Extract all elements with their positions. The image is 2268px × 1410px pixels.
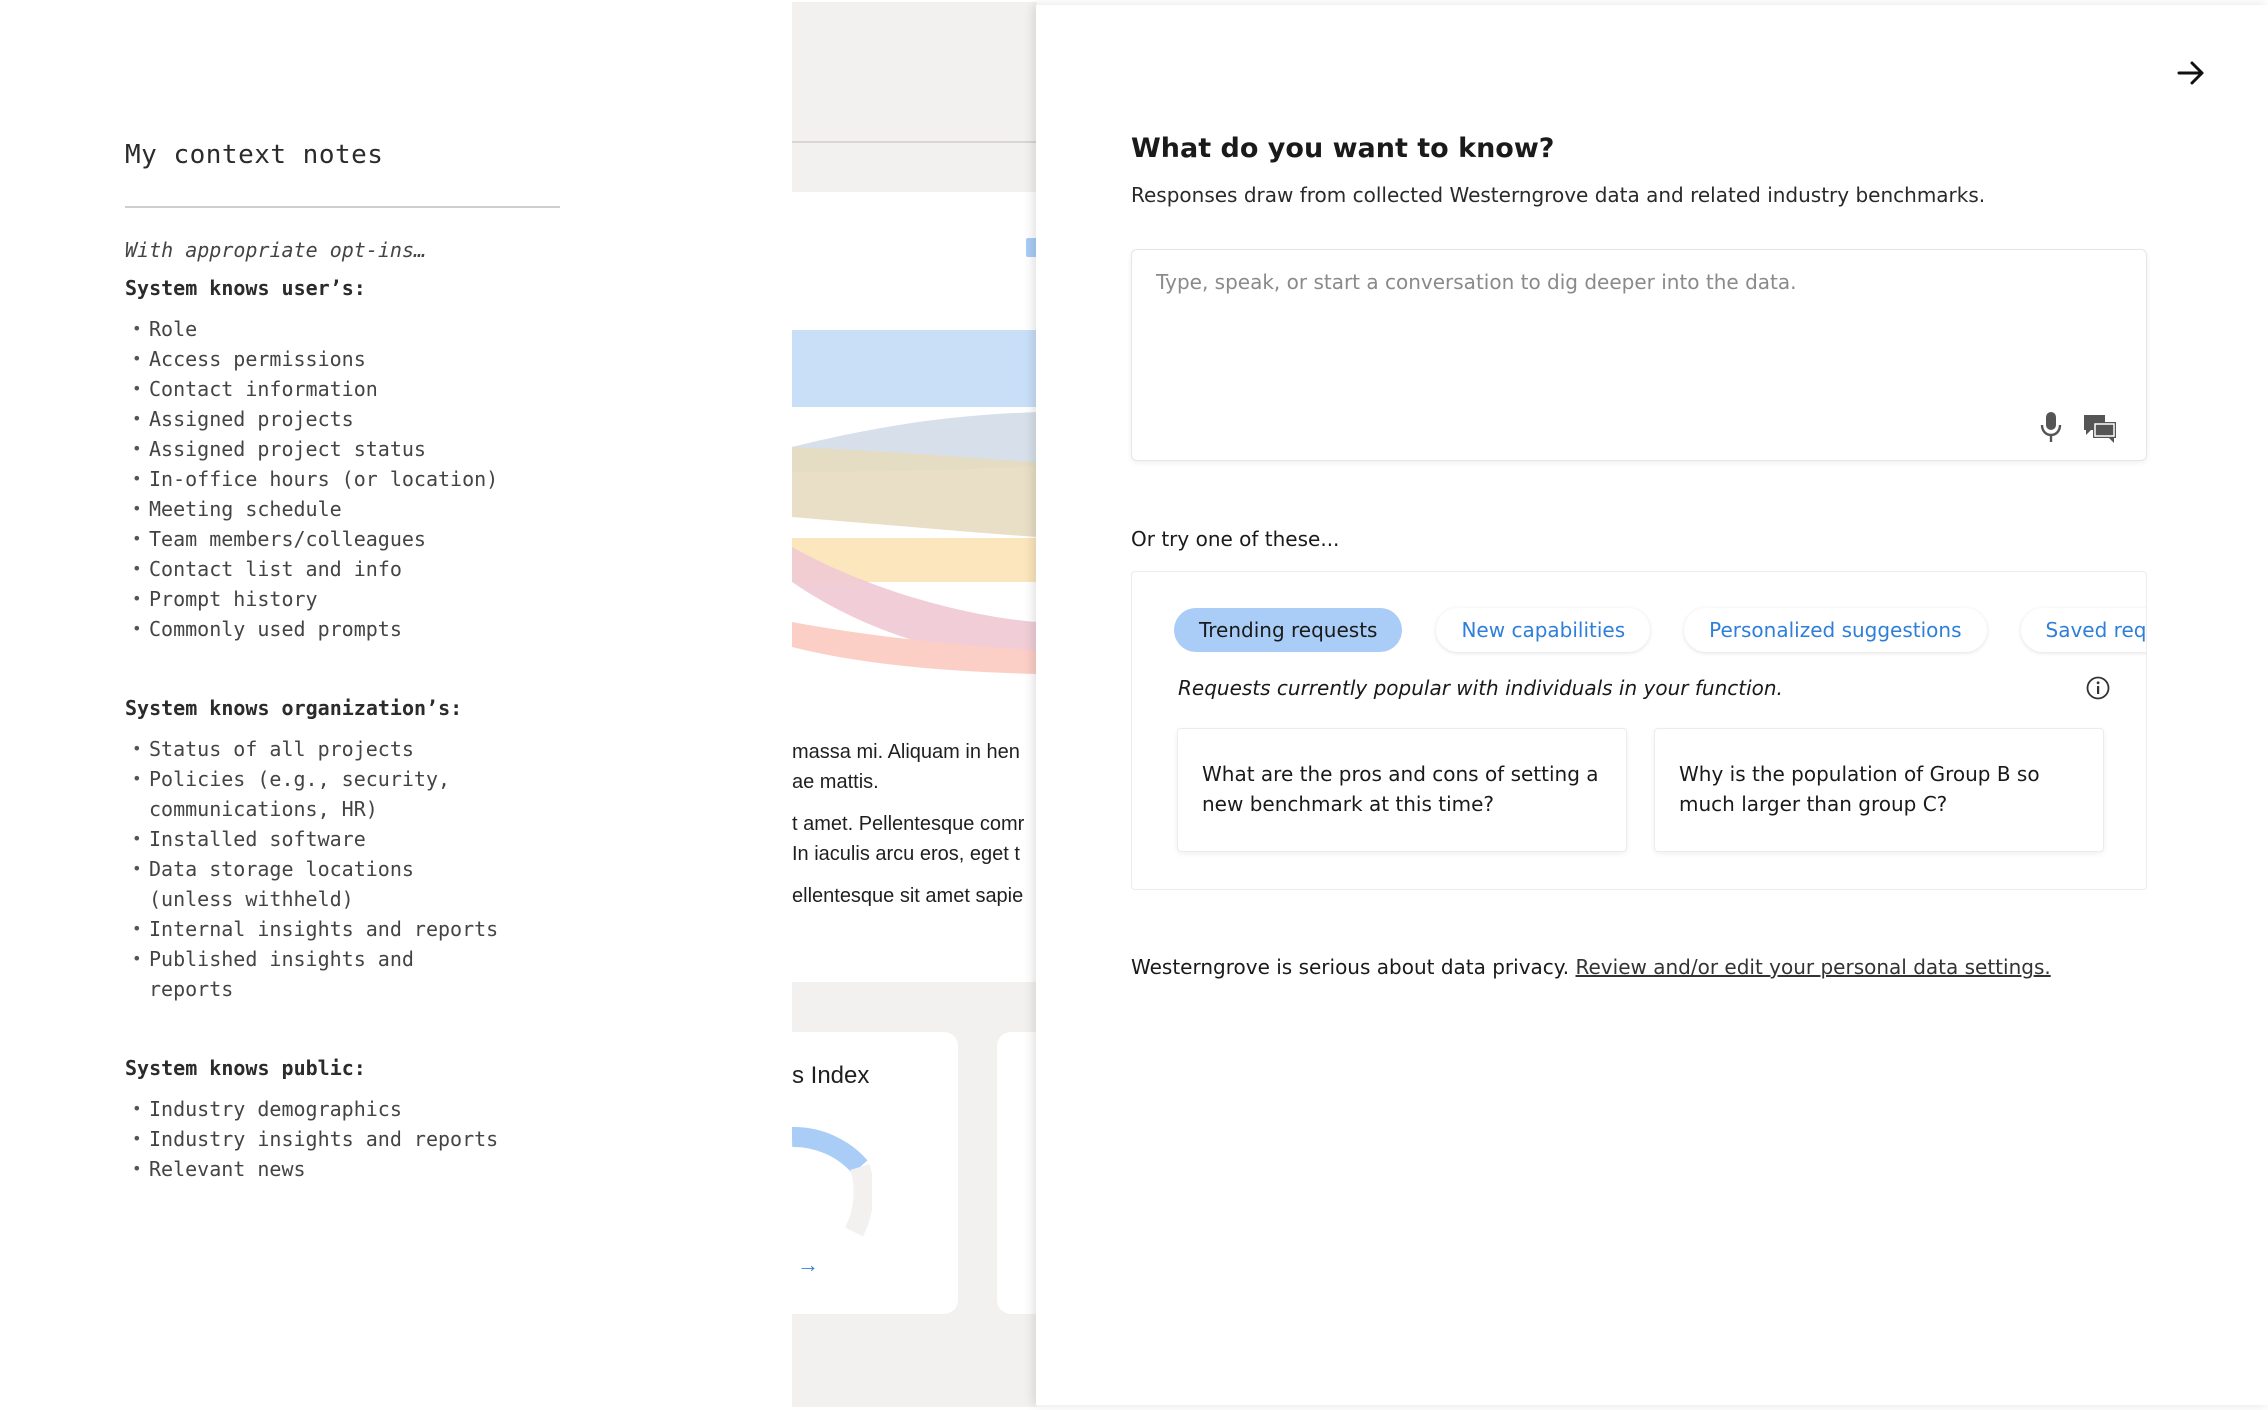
dashboard-header [792, 2, 1037, 143]
tab-new-capabilities[interactable]: New capabilities [1436, 608, 1651, 652]
privacy-text: Westerngrove is serious about data priva… [1131, 955, 1570, 979]
list-item: Industry demographics [125, 1094, 560, 1124]
list-item: Industry insights and reports [125, 1124, 560, 1154]
privacy-settings-link[interactable]: Review and/or edit your personal data se… [1576, 955, 2051, 979]
list-item: Role [125, 314, 560, 344]
body-text-line: In iaculis arcu eros, eget t [792, 843, 1020, 865]
list-item: Policies (e.g., security, [125, 764, 560, 794]
ask-panel: What do you want to know? Responses draw… [1036, 5, 2268, 1405]
notes-divider [125, 206, 560, 208]
notes-title: My context notes [125, 140, 384, 170]
list-item: Relevant news [125, 1154, 560, 1184]
microphone-icon [2040, 412, 2062, 442]
list-item: Internal insights and reports [125, 914, 560, 944]
list-item: Contact list and info [125, 554, 560, 584]
list-item: Prompt history [125, 584, 560, 614]
voice-input-button[interactable] [2034, 408, 2068, 446]
section-title: System knows organization’s: [125, 696, 463, 720]
list-item-continuation: reports [149, 977, 234, 1001]
notes-intro: With appropriate opt-ins… [125, 238, 427, 262]
list-item: Commonly used prompts [125, 614, 560, 644]
list-item: Assigned projects [125, 404, 560, 434]
body-text-line: massa mi. Aliquam in hen [792, 741, 1020, 763]
body-text-line: ellentesque sit amet sapie [792, 885, 1024, 907]
suggestion-card[interactable]: What are the pros and cons of setting a … [1177, 728, 1627, 852]
list-item: Data storage locations [125, 854, 560, 884]
list-item: Assigned project status [125, 434, 560, 464]
gauge-chart [792, 1127, 872, 1237]
notes-section-user: System knows user’s: Role Access permiss… [125, 276, 560, 644]
index-tile[interactable]: s Index → [792, 1032, 958, 1314]
notes-section-organization: System knows organization’s: Status of a… [125, 696, 560, 1004]
close-panel-button[interactable] [2168, 50, 2214, 96]
tile-title: s Index [792, 1062, 870, 1089]
tab-description: Requests currently popular with individu… [1178, 676, 1783, 700]
flow-band-1 [792, 330, 1037, 407]
tab-trending-requests[interactable]: Trending requests [1174, 608, 1403, 652]
list-item: Contact information [125, 374, 560, 404]
suggestions-box: Trending requests New capabilities Persona… [1131, 571, 2147, 890]
tab-personalized-suggestions[interactable]: Personalized suggestions [1684, 608, 1987, 652]
arrow-right-icon [2177, 61, 2204, 85]
second-tile[interactable] [997, 1032, 1037, 1314]
panel-title: What do you want to know? [1131, 133, 1555, 164]
section-title: System knows public: [125, 1056, 366, 1080]
info-icon[interactable] [2085, 675, 2111, 701]
flow-band-3 [792, 447, 1037, 537]
list-item-continuation: (unless withheld) [149, 887, 354, 911]
list-item: In-office hours (or location) [125, 464, 560, 494]
section-list: Role Access permissions Contact informat… [125, 314, 560, 644]
privacy-notice: Westerngrove is serious about data priva… [1131, 955, 2051, 979]
suggestion-card[interactable]: Why is the population of Group B so much… [1654, 728, 2104, 852]
body-text-line: t amet. Pellentesque comr [792, 813, 1025, 835]
section-list: Status of all projects Policies (e.g., s… [125, 734, 560, 1004]
list-item: Status of all projects [125, 734, 560, 764]
suggestions-label: Or try one of these... [1131, 527, 1340, 551]
body-text-line: ae mattis. [792, 771, 879, 793]
panel-subtitle: Responses draw from collected Westerngro… [1131, 183, 1986, 207]
list-item: Access permissions [125, 344, 560, 374]
conversation-button[interactable] [2080, 410, 2120, 446]
tab-saved-requests[interactable]: Saved requests [2020, 608, 2146, 652]
list-item: Published insights and [125, 944, 560, 974]
list-item: Meeting schedule [125, 494, 560, 524]
list-item: Team members/colleagues [125, 524, 560, 554]
suggestion-tabs: Trending requests New capabilities Persona… [1174, 608, 2146, 652]
query-input[interactable] [1132, 250, 2146, 400]
sankey-flows [792, 330, 1037, 674]
section-title: System knows user’s: [125, 276, 366, 300]
list-item-continuation: communications, HR) [149, 797, 378, 821]
context-notes: My context notes With appropriate opt-in… [125, 140, 560, 1184]
notes-section-public: System knows public: Industry demographi… [125, 1056, 560, 1184]
chat-bubbles-icon [2084, 415, 2116, 443]
section-list: Industry demographics Industry insights … [125, 1094, 560, 1184]
query-box [1131, 249, 2147, 461]
tile-arrow-link[interactable]: → [797, 1252, 819, 1278]
background-dashboard: massa mi. Aliquam in hen ae mattis. t am… [792, 2, 1037, 1407]
dashboard-tiles: s Index → [792, 1032, 1037, 1317]
list-item: Installed software [125, 824, 560, 854]
